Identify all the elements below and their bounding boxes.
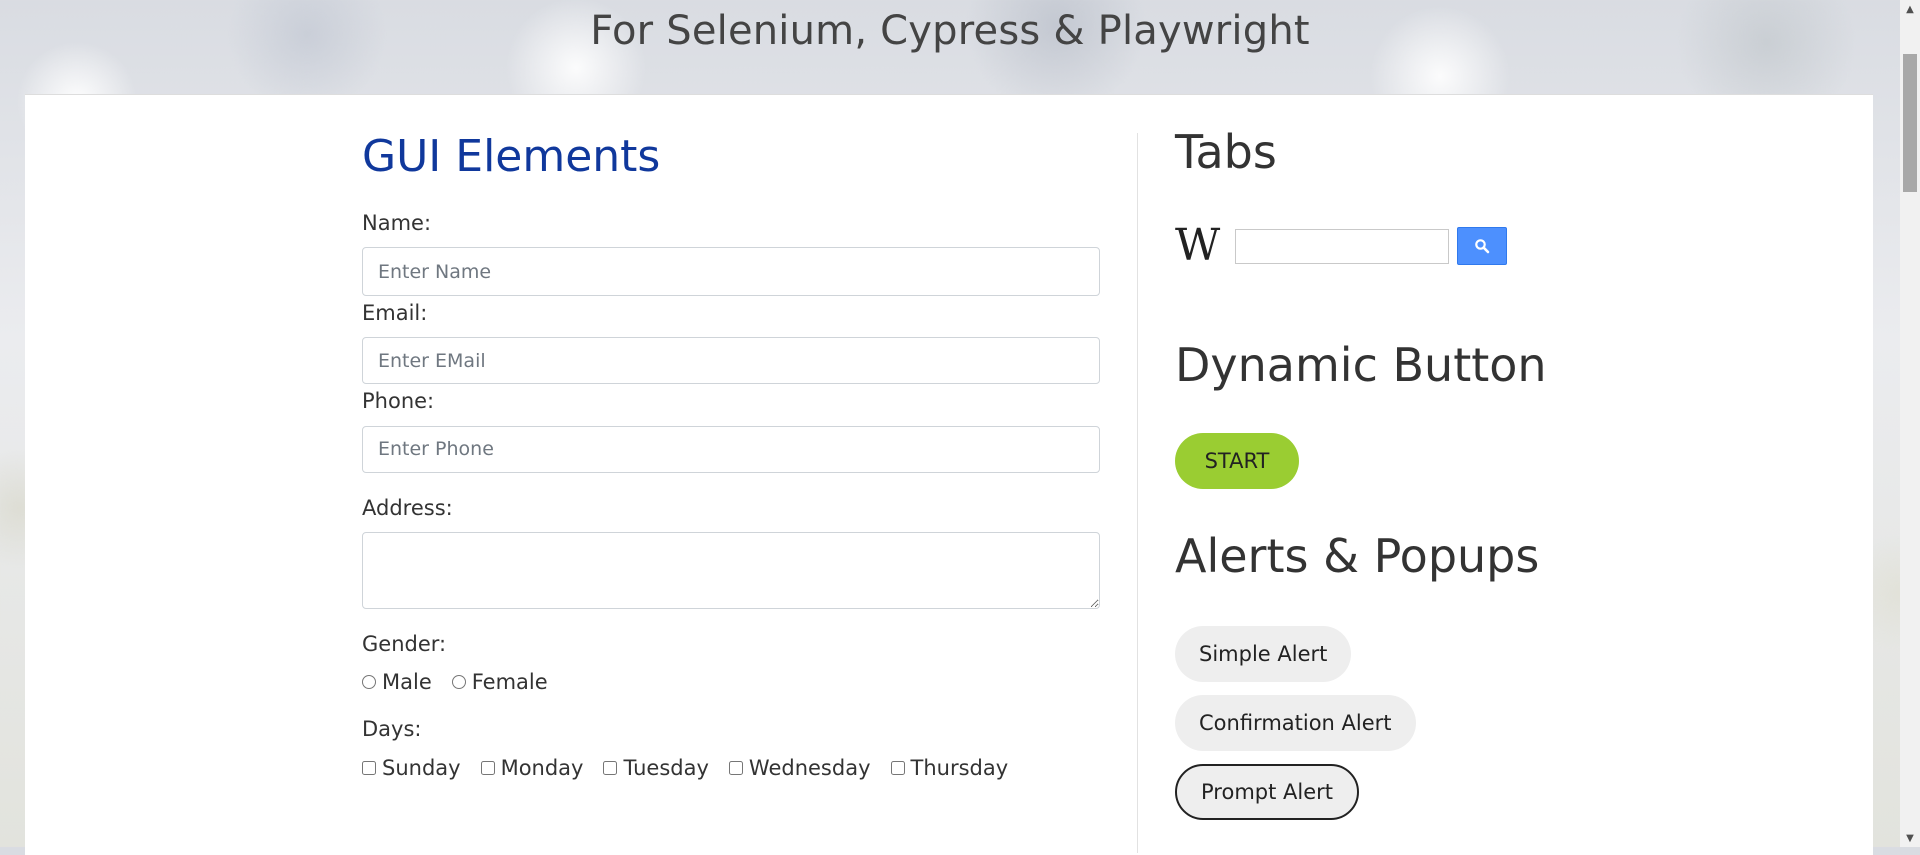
- scrollbar-thumb[interactable]: [1903, 54, 1917, 192]
- prompt-alert-button[interactable]: Prompt Alert: [1175, 763, 1359, 820]
- alerts-popups-title: Alerts & Popups: [1175, 529, 1540, 584]
- email-input[interactable]: [362, 337, 1100, 385]
- scroll-down-arrow-icon[interactable]: ▼: [1900, 829, 1920, 847]
- column-divider: [1137, 133, 1138, 853]
- monday-label: Monday: [500, 755, 584, 780]
- phone-input[interactable]: [362, 425, 1100, 473]
- page-header-title: For Selenium, Cypress & Playwright: [590, 8, 1310, 54]
- address-label: Address:: [362, 495, 453, 520]
- wikipedia-search-input[interactable]: [1235, 228, 1449, 264]
- day-option-thursday[interactable]: Thursday: [890, 755, 1009, 780]
- phone-label: Phone:: [362, 389, 435, 414]
- tabs-title: Tabs: [1175, 125, 1277, 179]
- tuesday-checkbox[interactable]: [603, 760, 618, 775]
- main-content-panel: GUI Elements Name: Email: Phone: Address…: [25, 94, 1873, 855]
- wednesday-label: Wednesday: [748, 755, 871, 780]
- email-label: Email:: [362, 301, 428, 326]
- day-option-monday[interactable]: Monday: [480, 755, 584, 780]
- wednesday-checkbox[interactable]: [728, 760, 743, 775]
- name-label: Name:: [362, 210, 432, 235]
- scroll-up-arrow-icon[interactable]: ▲: [1900, 0, 1920, 18]
- wikipedia-logo-icon: W: [1175, 220, 1221, 272]
- gui-elements-section: GUI Elements Name: Email: Phone: Address…: [362, 131, 1100, 780]
- thursday-checkbox[interactable]: [890, 760, 905, 775]
- sunday-checkbox[interactable]: [362, 760, 376, 775]
- gender-option-male[interactable]: Male: [362, 670, 432, 694]
- name-input[interactable]: [362, 247, 1100, 297]
- page-scrollbar[interactable]: ▲ ▼: [1900, 0, 1920, 847]
- tuesday-label: Tuesday: [623, 755, 709, 780]
- address-textarea[interactable]: [362, 531, 1100, 609]
- days-options: Sunday Monday Tuesday Wednesday Thursday: [362, 756, 1100, 780]
- female-label: Female: [471, 670, 548, 695]
- wikipedia-search-button[interactable]: [1457, 227, 1507, 266]
- sunday-label: Sunday: [382, 755, 461, 780]
- thursday-label: Thursday: [910, 755, 1009, 780]
- days-label: Days:: [362, 717, 422, 742]
- confirmation-alert-button[interactable]: Confirmation Alert: [1175, 694, 1416, 751]
- day-option-sunday[interactable]: Sunday: [362, 756, 461, 780]
- search-icon: [1475, 239, 1490, 254]
- male-label: Male: [382, 670, 432, 695]
- day-option-wednesday[interactable]: Wednesday: [728, 755, 871, 780]
- dynamic-button-title: Dynamic Button: [1175, 338, 1547, 393]
- right-sidebar: Tabs W Dynamic Button START Alerts & Pop…: [1175, 125, 1775, 833]
- day-option-tuesday[interactable]: Tuesday: [603, 755, 709, 780]
- simple-alert-button[interactable]: Simple Alert: [1175, 625, 1352, 682]
- start-button-wrap: START: [1175, 433, 1775, 490]
- gender-label: Gender:: [362, 631, 447, 656]
- male-radio[interactable]: [362, 675, 376, 690]
- start-button[interactable]: START: [1175, 433, 1299, 490]
- female-radio[interactable]: [451, 675, 466, 690]
- gender-options: Male Female: [362, 670, 1100, 694]
- gui-elements-title: GUI Elements: [362, 131, 661, 182]
- gender-option-female[interactable]: Female: [451, 670, 548, 695]
- wikipedia-search-widget: W: [1175, 224, 1775, 268]
- monday-checkbox[interactable]: [480, 760, 495, 775]
